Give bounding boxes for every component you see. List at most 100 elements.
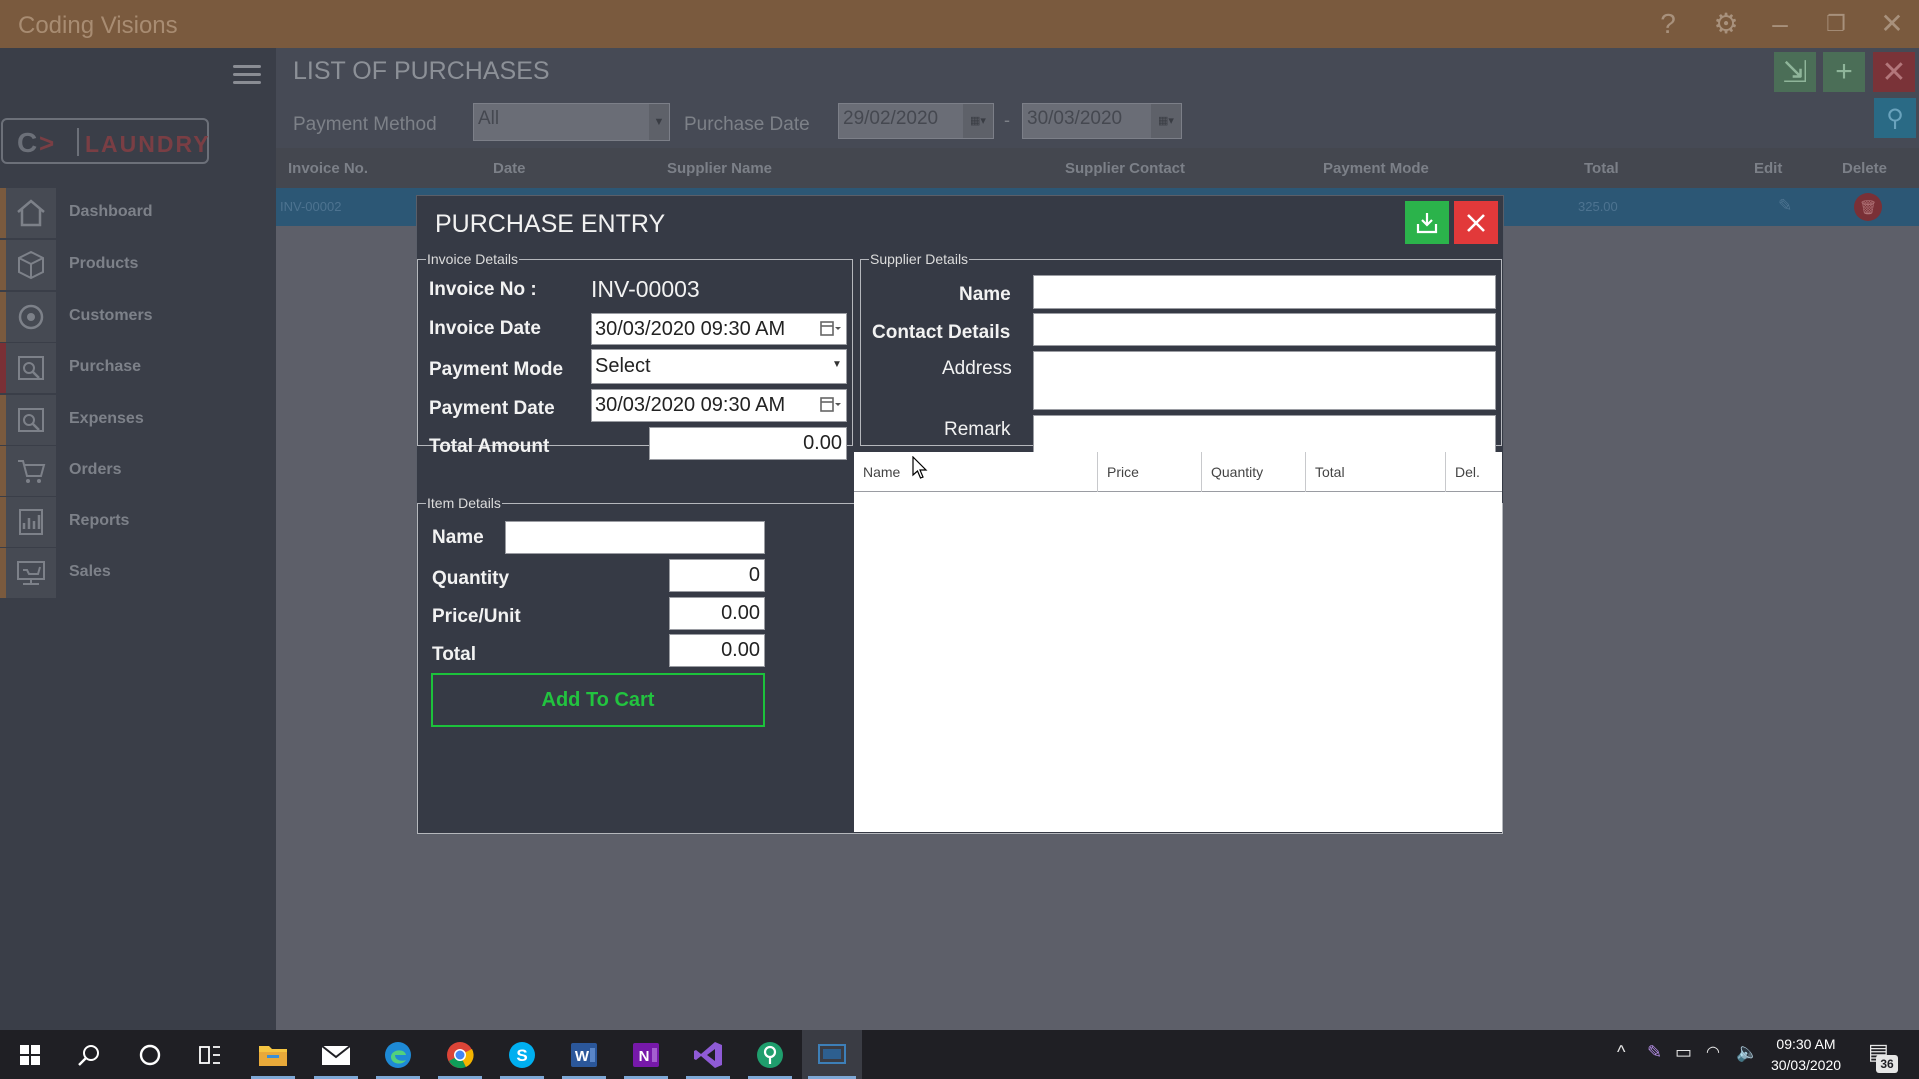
- calendar-icon: [820, 397, 841, 412]
- address-label: Address: [942, 358, 1012, 379]
- supplier-name-input[interactable]: [1033, 275, 1496, 309]
- price-unit-input[interactable]: 0.00: [669, 597, 765, 630]
- customers-icon: [6, 292, 56, 342]
- invoice-no-label: Invoice No :: [429, 279, 537, 300]
- mail-icon[interactable]: [308, 1030, 364, 1079]
- purchases-table-header: Invoice No. Date Supplier Name Supplier …: [276, 148, 1919, 188]
- address-input[interactable]: [1033, 351, 1496, 410]
- svg-text:W: W: [575, 1048, 590, 1065]
- total-cell: 325.00: [1578, 199, 1618, 214]
- battery-icon[interactable]: ▭: [1675, 1042, 1692, 1063]
- item-total-field[interactable]: 0.00: [669, 634, 765, 667]
- wifi-icon[interactable]: ◠: [1706, 1042, 1720, 1062]
- skype-icon[interactable]: S: [494, 1030, 550, 1079]
- date-from-picker[interactable]: 29/02/2020 ▦▾: [838, 103, 994, 139]
- reports-icon: [6, 497, 56, 547]
- help-icon[interactable]: ?: [1650, 8, 1686, 40]
- quantity-label: Quantity: [432, 568, 510, 589]
- windows-start-icon[interactable]: [2, 1030, 58, 1079]
- delete-icon[interactable]: 🗑: [1854, 193, 1882, 221]
- price-unit-label: Price/Unit: [432, 606, 521, 627]
- column-header[interactable]: Delete: [1842, 160, 1887, 177]
- export-button[interactable]: ⇲: [1774, 52, 1816, 92]
- clock-time: 09:30 AM: [1776, 1036, 1836, 1052]
- laundry-app-icon[interactable]: [802, 1030, 862, 1079]
- column-header[interactable]: Date: [493, 160, 526, 177]
- supplier-name-label: Name: [959, 284, 1011, 305]
- date-to-picker[interactable]: 30/03/2020 ▦▾: [1022, 103, 1182, 139]
- column-header[interactable]: Edit: [1754, 160, 1782, 177]
- payment-method-select[interactable]: All ▼: [473, 103, 670, 141]
- onenote-icon[interactable]: N: [618, 1030, 674, 1079]
- taskbar-clock[interactable]: 09:30 AM 30/03/2020: [1758, 1034, 1854, 1076]
- column-header[interactable]: Supplier Contact: [1065, 160, 1185, 177]
- search-button[interactable]: ⚲: [1874, 98, 1916, 138]
- column-header[interactable]: Payment Mode: [1323, 160, 1429, 177]
- sidebar-item-customers[interactable]: Customers: [0, 292, 276, 342]
- payment-mode-label: Payment Mode: [429, 359, 564, 380]
- minimize-icon[interactable]: –: [1762, 8, 1798, 40]
- payment-mode-select[interactable]: Select ▼: [591, 349, 847, 384]
- cart-table[interactable]: Name Price Quantity Total Del.: [854, 452, 1502, 832]
- task-view-icon[interactable]: [182, 1030, 238, 1079]
- edit-icon[interactable]: ✎: [1778, 196, 1792, 216]
- page-title: LIST OF PURCHASES: [293, 57, 550, 85]
- visual-studio-icon[interactable]: [680, 1030, 736, 1079]
- calendar-icon: [820, 321, 841, 336]
- close-dialog-button[interactable]: [1454, 201, 1498, 244]
- column-header[interactable]: Supplier Name: [667, 160, 772, 177]
- save-download-icon: [1416, 212, 1438, 233]
- maps-icon[interactable]: [742, 1030, 798, 1079]
- sidebar-item-dashboard[interactable]: Dashboard: [0, 188, 276, 238]
- column-header[interactable]: Price: [1098, 452, 1202, 492]
- word-icon[interactable]: W: [556, 1030, 612, 1079]
- total-amount-field[interactable]: 0.00: [649, 427, 847, 460]
- edge-icon[interactable]: [370, 1030, 426, 1079]
- pen-icon[interactable]: ✎: [1647, 1042, 1662, 1063]
- gear-icon[interactable]: ⚙: [1708, 8, 1744, 40]
- column-header[interactable]: Quantity: [1202, 452, 1306, 492]
- sidebar-item-expenses[interactable]: Expenses: [0, 395, 276, 445]
- logo-word: LAUNDRY: [85, 131, 211, 157]
- sidebar-item-purchase[interactable]: Purchase: [0, 343, 276, 393]
- close-icon[interactable]: ✕: [1874, 8, 1910, 40]
- close-page-button[interactable]: ✕: [1873, 52, 1915, 92]
- sidebar-item-label: Customers: [69, 307, 153, 324]
- column-header[interactable]: Total: [1306, 452, 1446, 492]
- svg-text:N: N: [639, 1048, 650, 1065]
- column-header[interactable]: Total: [1584, 160, 1619, 177]
- search-icon[interactable]: [61, 1030, 117, 1079]
- chrome-icon[interactable]: [432, 1030, 488, 1079]
- sidebar-item-label: Expenses: [69, 410, 144, 427]
- invoice-date-picker[interactable]: 30/03/2020 09:30 AM: [591, 313, 847, 345]
- sidebar-item-label: Orders: [69, 461, 122, 478]
- sidebar-item-products[interactable]: Products: [0, 240, 276, 290]
- maximize-icon[interactable]: ❐: [1818, 8, 1854, 40]
- file-explorer-icon[interactable]: [245, 1030, 301, 1079]
- quantity-value: 0: [748, 564, 760, 586]
- close-icon: [1467, 213, 1485, 232]
- contact-details-input[interactable]: [1033, 313, 1496, 346]
- invoice-details-legend: Invoice Details: [427, 251, 519, 267]
- dialog-title: PURCHASE ENTRY: [435, 210, 666, 238]
- quantity-input[interactable]: 0: [669, 559, 765, 592]
- chevron-up-icon[interactable]: ^: [1617, 1042, 1625, 1063]
- volume-icon[interactable]: 🔈: [1736, 1042, 1758, 1063]
- remark-label: Remark: [944, 419, 1011, 440]
- add-purchase-button[interactable]: +: [1823, 52, 1865, 92]
- logo-arrow-icon: >: [39, 128, 55, 158]
- cortana-icon[interactable]: [122, 1030, 178, 1079]
- save-button[interactable]: [1405, 201, 1449, 244]
- column-header[interactable]: Name: [854, 452, 1098, 492]
- column-header[interactable]: Invoice No.: [288, 160, 368, 177]
- sidebar-item-reports[interactable]: Reports: [0, 497, 276, 547]
- app-logo: C > LAUNDRY: [1, 118, 209, 164]
- sidebar-item-sales[interactable]: Sales: [0, 548, 276, 598]
- title-bar: Coding Visions ? ⚙ – ❐ ✕: [0, 0, 1919, 48]
- item-name-input[interactable]: [505, 521, 765, 554]
- add-to-cart-button[interactable]: Add To Cart: [431, 673, 765, 727]
- sidebar-item-orders[interactable]: Orders: [0, 446, 276, 496]
- payment-date-picker[interactable]: 30/03/2020 09:30 AM: [591, 389, 847, 422]
- column-header[interactable]: Del.: [1446, 452, 1502, 492]
- hamburger-menu-icon[interactable]: [233, 60, 261, 88]
